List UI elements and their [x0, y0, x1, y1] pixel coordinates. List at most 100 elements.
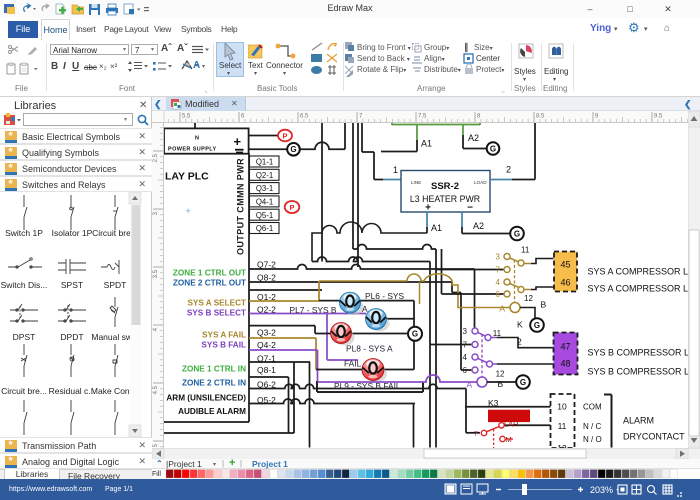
svg-text:SYS B FAIL: SYS B FAIL — [201, 341, 246, 350]
svg-text:SYS B SELECT: SYS B SELECT — [187, 309, 246, 318]
svg-text:4: 4 — [463, 353, 468, 362]
svg-text:ARM (UNSILENCED): ARM (UNSILENCED) — [166, 394, 246, 403]
svg-text:SYS A COMPRESSOR L: SYS A COMPRESSOR L — [588, 284, 689, 294]
svg-text:Q3-2: Q3-2 — [257, 328, 276, 338]
svg-text:AUDIBLE ALARM: AUDIBLE ALARM — [178, 407, 246, 416]
svg-text:Q4-2: Q4-2 — [257, 340, 276, 350]
svg-text:203%: 203% — [590, 485, 613, 495]
svg-text:5.5: 5.5 — [182, 114, 191, 120]
svg-text:Q3-1: Q3-1 — [256, 184, 273, 193]
svg-text:DPDT: DPDT — [60, 332, 83, 342]
svg-text:A: A — [499, 304, 505, 314]
svg-text:6: 6 — [463, 366, 468, 375]
svg-text:G: G — [412, 330, 418, 339]
svg-text:A2: A2 — [468, 133, 479, 143]
svg-text:PL7 - SYS B: PL7 - SYS B — [290, 305, 337, 315]
svg-text:A: A — [362, 304, 368, 314]
svg-text:47: 47 — [560, 342, 570, 352]
svg-text:Isolator 1P: Isolator 1P — [52, 228, 93, 238]
svg-text:7: 7 — [496, 266, 501, 275]
svg-text:SYS A SELECT: SYS A SELECT — [187, 299, 246, 308]
svg-text:4: 4 — [496, 278, 501, 287]
svg-text:P: P — [282, 132, 287, 141]
svg-text:FAIL: FAIL — [344, 359, 362, 369]
svg-text:SYS A FAIL: SYS A FAIL — [202, 331, 246, 340]
svg-text:8.5: 8.5 — [536, 114, 545, 120]
svg-text:DRYCONTACT: DRYCONTACT — [623, 432, 685, 442]
svg-text:ZONE 1 CTRL IN: ZONE 1 CTRL IN — [182, 365, 246, 374]
svg-text:OUTPUT CMMN PWR: OUTPUT CMMN PWR — [236, 158, 246, 255]
svg-text:12: 12 — [557, 443, 567, 448]
svg-text:Q7-2: Q7-2 — [257, 260, 276, 270]
svg-text:P: P — [289, 203, 294, 212]
svg-text:LINE: LINE — [411, 180, 421, 185]
svg-text:11: 11 — [558, 421, 567, 431]
svg-text:COM: COM — [583, 403, 602, 412]
svg-text:B: B — [498, 379, 504, 389]
svg-text:G: G — [290, 145, 296, 154]
svg-text:PL8 - SYS A: PL8 - SYS A — [346, 344, 393, 354]
svg-text:ALARM: ALARM — [623, 416, 654, 426]
svg-text:LOAD: LOAD — [474, 180, 487, 185]
svg-text:7: 7 — [474, 431, 478, 438]
svg-text:3: 3 — [463, 327, 468, 336]
svg-text:G: G — [534, 321, 540, 330]
svg-text:A1: A1 — [431, 223, 442, 233]
svg-text:Circuit bre...: Circuit bre... — [1, 386, 47, 396]
svg-text:Switch Dis...: Switch Dis... — [1, 280, 48, 290]
svg-text:12: 12 — [524, 294, 533, 303]
svg-text:Q1-1: Q1-1 — [256, 158, 273, 167]
svg-text:Switch 1P: Switch 1P — [5, 228, 43, 238]
svg-text:SPST: SPST — [61, 280, 83, 290]
svg-text:3: 3 — [496, 253, 501, 262]
svg-text:Q8-2: Q8-2 — [257, 273, 276, 283]
svg-text:11: 11 — [521, 246, 530, 255]
svg-text:A1: A1 — [421, 139, 432, 149]
svg-text:SYS B COMPRESSOR L: SYS B COMPRESSOR L — [588, 348, 689, 358]
svg-text:46: 46 — [560, 278, 570, 288]
svg-text:PL6 - SYS: PL6 - SYS — [365, 291, 405, 301]
svg-text:SYS A COMPRESSOR L: SYS A COMPRESSOR L — [588, 267, 689, 277]
svg-text:LAY PLC: LAY PLC — [165, 171, 209, 183]
svg-text:DPST: DPST — [13, 332, 36, 342]
svg-text:Q2-1: Q2-1 — [256, 171, 273, 180]
svg-text:N / C: N / C — [583, 422, 601, 431]
svg-text:−: − — [467, 203, 473, 214]
svg-text:SYS B COMPRESSOR L: SYS B COMPRESSOR L — [588, 367, 689, 377]
svg-text:2: 2 — [506, 165, 511, 175]
svg-text:Q8-1: Q8-1 — [257, 365, 276, 375]
svg-text:2: 2 — [517, 337, 522, 347]
svg-text:11: 11 — [493, 329, 502, 338]
svg-text:K: K — [517, 320, 523, 330]
svg-text:G: G — [490, 144, 496, 153]
svg-text:ZONE 2 CTRL OUT: ZONE 2 CTRL OUT — [173, 279, 246, 288]
svg-text:ZONE 2 CTRL IN: ZONE 2 CTRL IN — [182, 379, 246, 388]
svg-text:+: + — [425, 203, 431, 214]
svg-text:+: + — [234, 134, 242, 149]
svg-text:B: B — [541, 300, 547, 310]
svg-text:6: 6 — [496, 290, 501, 299]
svg-text:4.5: 4.5 — [153, 385, 159, 394]
svg-text:Q5-1: Q5-1 — [256, 211, 273, 220]
svg-text:45: 45 — [560, 260, 570, 270]
svg-text:+: + — [186, 206, 191, 216]
svg-text:A: A — [466, 380, 472, 390]
svg-text:ZONE 1 CTRL OUT: ZONE 1 CTRL OUT — [173, 269, 246, 278]
svg-text:POWER SUPPLY: POWER SUPPLY — [168, 147, 217, 153]
svg-text:Q6-1: Q6-1 — [256, 224, 273, 233]
svg-text:SSR-2: SSR-2 — [431, 181, 459, 192]
svg-text:G: G — [514, 229, 520, 238]
svg-text:7: 7 — [463, 341, 468, 350]
svg-text:10: 10 — [557, 402, 567, 412]
svg-text:A2: A2 — [473, 221, 484, 231]
svg-text:SPDT: SPDT — [104, 280, 127, 290]
svg-text:Residual c...: Residual c... — [49, 386, 96, 396]
svg-text:48: 48 — [560, 359, 570, 369]
svg-text:N: N — [195, 136, 199, 142]
svg-text:12: 12 — [496, 370, 505, 379]
svg-text:1: 1 — [393, 165, 398, 175]
svg-text:Q4-1: Q4-1 — [256, 198, 273, 207]
svg-text:9.5: 9.5 — [654, 114, 663, 120]
svg-text:3.5: 3.5 — [153, 269, 159, 278]
svg-text:G: G — [520, 378, 526, 387]
